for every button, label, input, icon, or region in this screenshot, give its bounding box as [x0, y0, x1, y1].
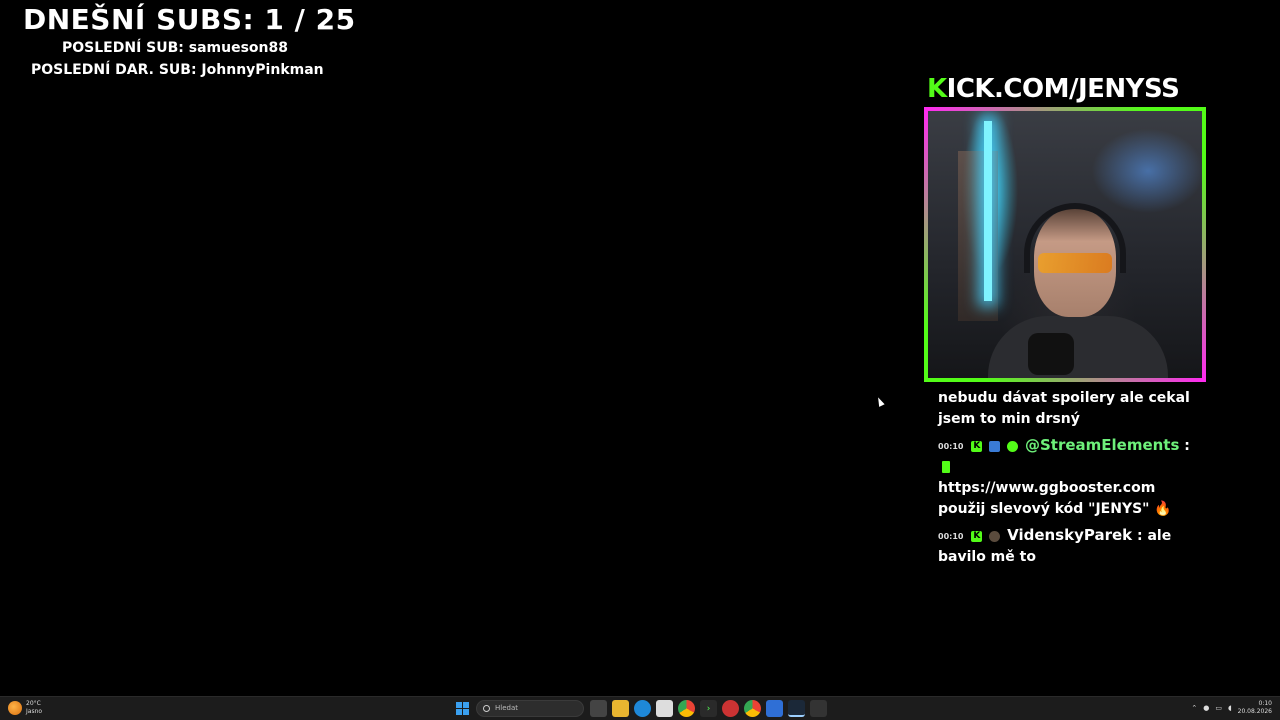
weather-text: 20°C Jasno	[26, 700, 42, 716]
battery-emote-icon	[942, 461, 950, 473]
weather-widget[interactable]: 20°C Jasno	[8, 700, 42, 716]
windows-logo-tile	[456, 709, 462, 715]
obs-icon[interactable]	[810, 700, 827, 717]
search-placeholder: Hledat	[495, 704, 518, 712]
volume-icon[interactable]: ◖	[1228, 704, 1232, 712]
verified-badge-icon	[1007, 440, 1019, 452]
chat-message: 00:10 K VidenskyParek : ale bavilo mě to	[938, 525, 1198, 568]
steam-icon[interactable]	[788, 700, 805, 717]
search-icon	[483, 705, 490, 712]
fire-emoji-icon: 🔥	[1154, 501, 1172, 517]
edge-browser-icon[interactable]	[634, 700, 651, 717]
task-view-icon[interactable]	[590, 700, 607, 717]
windows-taskbar: 20°C Jasno Hledat › ⌃ ● ▭ ◖ 0:10 20.08.2…	[0, 696, 1280, 720]
network-icon[interactable]: ▭	[1215, 704, 1222, 712]
settings-gear-icon[interactable]	[722, 700, 739, 717]
taskbar-clock[interactable]: 0:10 20.08.2026	[1238, 700, 1272, 716]
system-tray: ⌃ ● ▭ ◖ 0:10 20.08.2026	[1191, 700, 1272, 716]
webcam-glasses	[1038, 253, 1112, 273]
kick-badge-icon: K	[971, 530, 983, 542]
taskbar-search-box[interactable]: Hledat	[476, 700, 584, 717]
store-icon[interactable]	[656, 700, 673, 717]
chat-message: 00:10 K @StreamElements : https://www.gg…	[938, 435, 1198, 520]
notepad-icon[interactable]	[766, 700, 783, 717]
last-sub-text: POSLEDNÍ SUB: samueson88	[62, 40, 288, 56]
weather-moon-icon	[8, 701, 22, 715]
windows-logo-tile	[463, 702, 469, 708]
chat-timestamp: 00:10	[938, 441, 964, 451]
chat-username: VidenskyParek	[1007, 526, 1133, 544]
chat-separator: :	[1132, 528, 1148, 544]
kick-channel-banner: KICK.COM/JENYSS	[927, 74, 1207, 108]
windows-logo-tile	[463, 709, 469, 715]
chat-message: nebudu dávat spoilery ale cekal jsem to …	[938, 388, 1198, 430]
weather-temp: 20°C	[26, 700, 41, 707]
chat-timestamp: 00:10	[938, 531, 964, 541]
chat-overlay: nebudu dávat spoilery ale cekal jsem to …	[938, 388, 1198, 573]
weather-desc: Jasno	[26, 708, 43, 715]
kick-logo-letter: K	[927, 74, 947, 104]
windows-logo-tile	[456, 702, 462, 708]
chat-message-text: nebudu dávat spoilery ale cekal jsem to …	[938, 390, 1190, 427]
bot-badge-icon	[989, 440, 1001, 452]
kick-channel-url: ICK.COM/JENYSS	[946, 74, 1180, 104]
microphone-icon[interactable]: ●	[1203, 704, 1209, 712]
chat-message-text: https://www.ggbooster.com použij slevový…	[938, 480, 1156, 517]
mouse-cursor-icon	[875, 396, 885, 407]
terminal-icon[interactable]: ›	[700, 700, 717, 717]
taskbar-apps: ›	[590, 700, 827, 717]
kick-badge-icon: K	[971, 440, 983, 452]
webcam-microphone	[1028, 333, 1074, 375]
chrome-profile-icon[interactable]	[744, 700, 761, 717]
webcam-shelf	[958, 151, 998, 321]
clock-time: 0:10	[1258, 700, 1272, 707]
start-button[interactable]	[456, 702, 469, 715]
chevron-up-icon[interactable]: ⌃	[1191, 704, 1197, 712]
webcam-led-light	[984, 121, 992, 301]
webcam-streamer-body	[988, 316, 1168, 378]
clock-date: 20.08.2026	[1237, 708, 1272, 715]
subs-title: DNEŠNÍ SUBS: 1 / 25	[23, 3, 356, 36]
chat-separator: :	[1179, 438, 1190, 454]
chrome-icon[interactable]	[678, 700, 695, 717]
chat-username: @StreamElements	[1024, 436, 1180, 454]
webcam-frame	[924, 107, 1206, 382]
file-explorer-icon[interactable]	[612, 700, 629, 717]
user-avatar-badge-icon	[989, 530, 1001, 542]
last-gift-sub-text: POSLEDNÍ DAR. SUB: JohnnyPinkman	[31, 62, 324, 78]
